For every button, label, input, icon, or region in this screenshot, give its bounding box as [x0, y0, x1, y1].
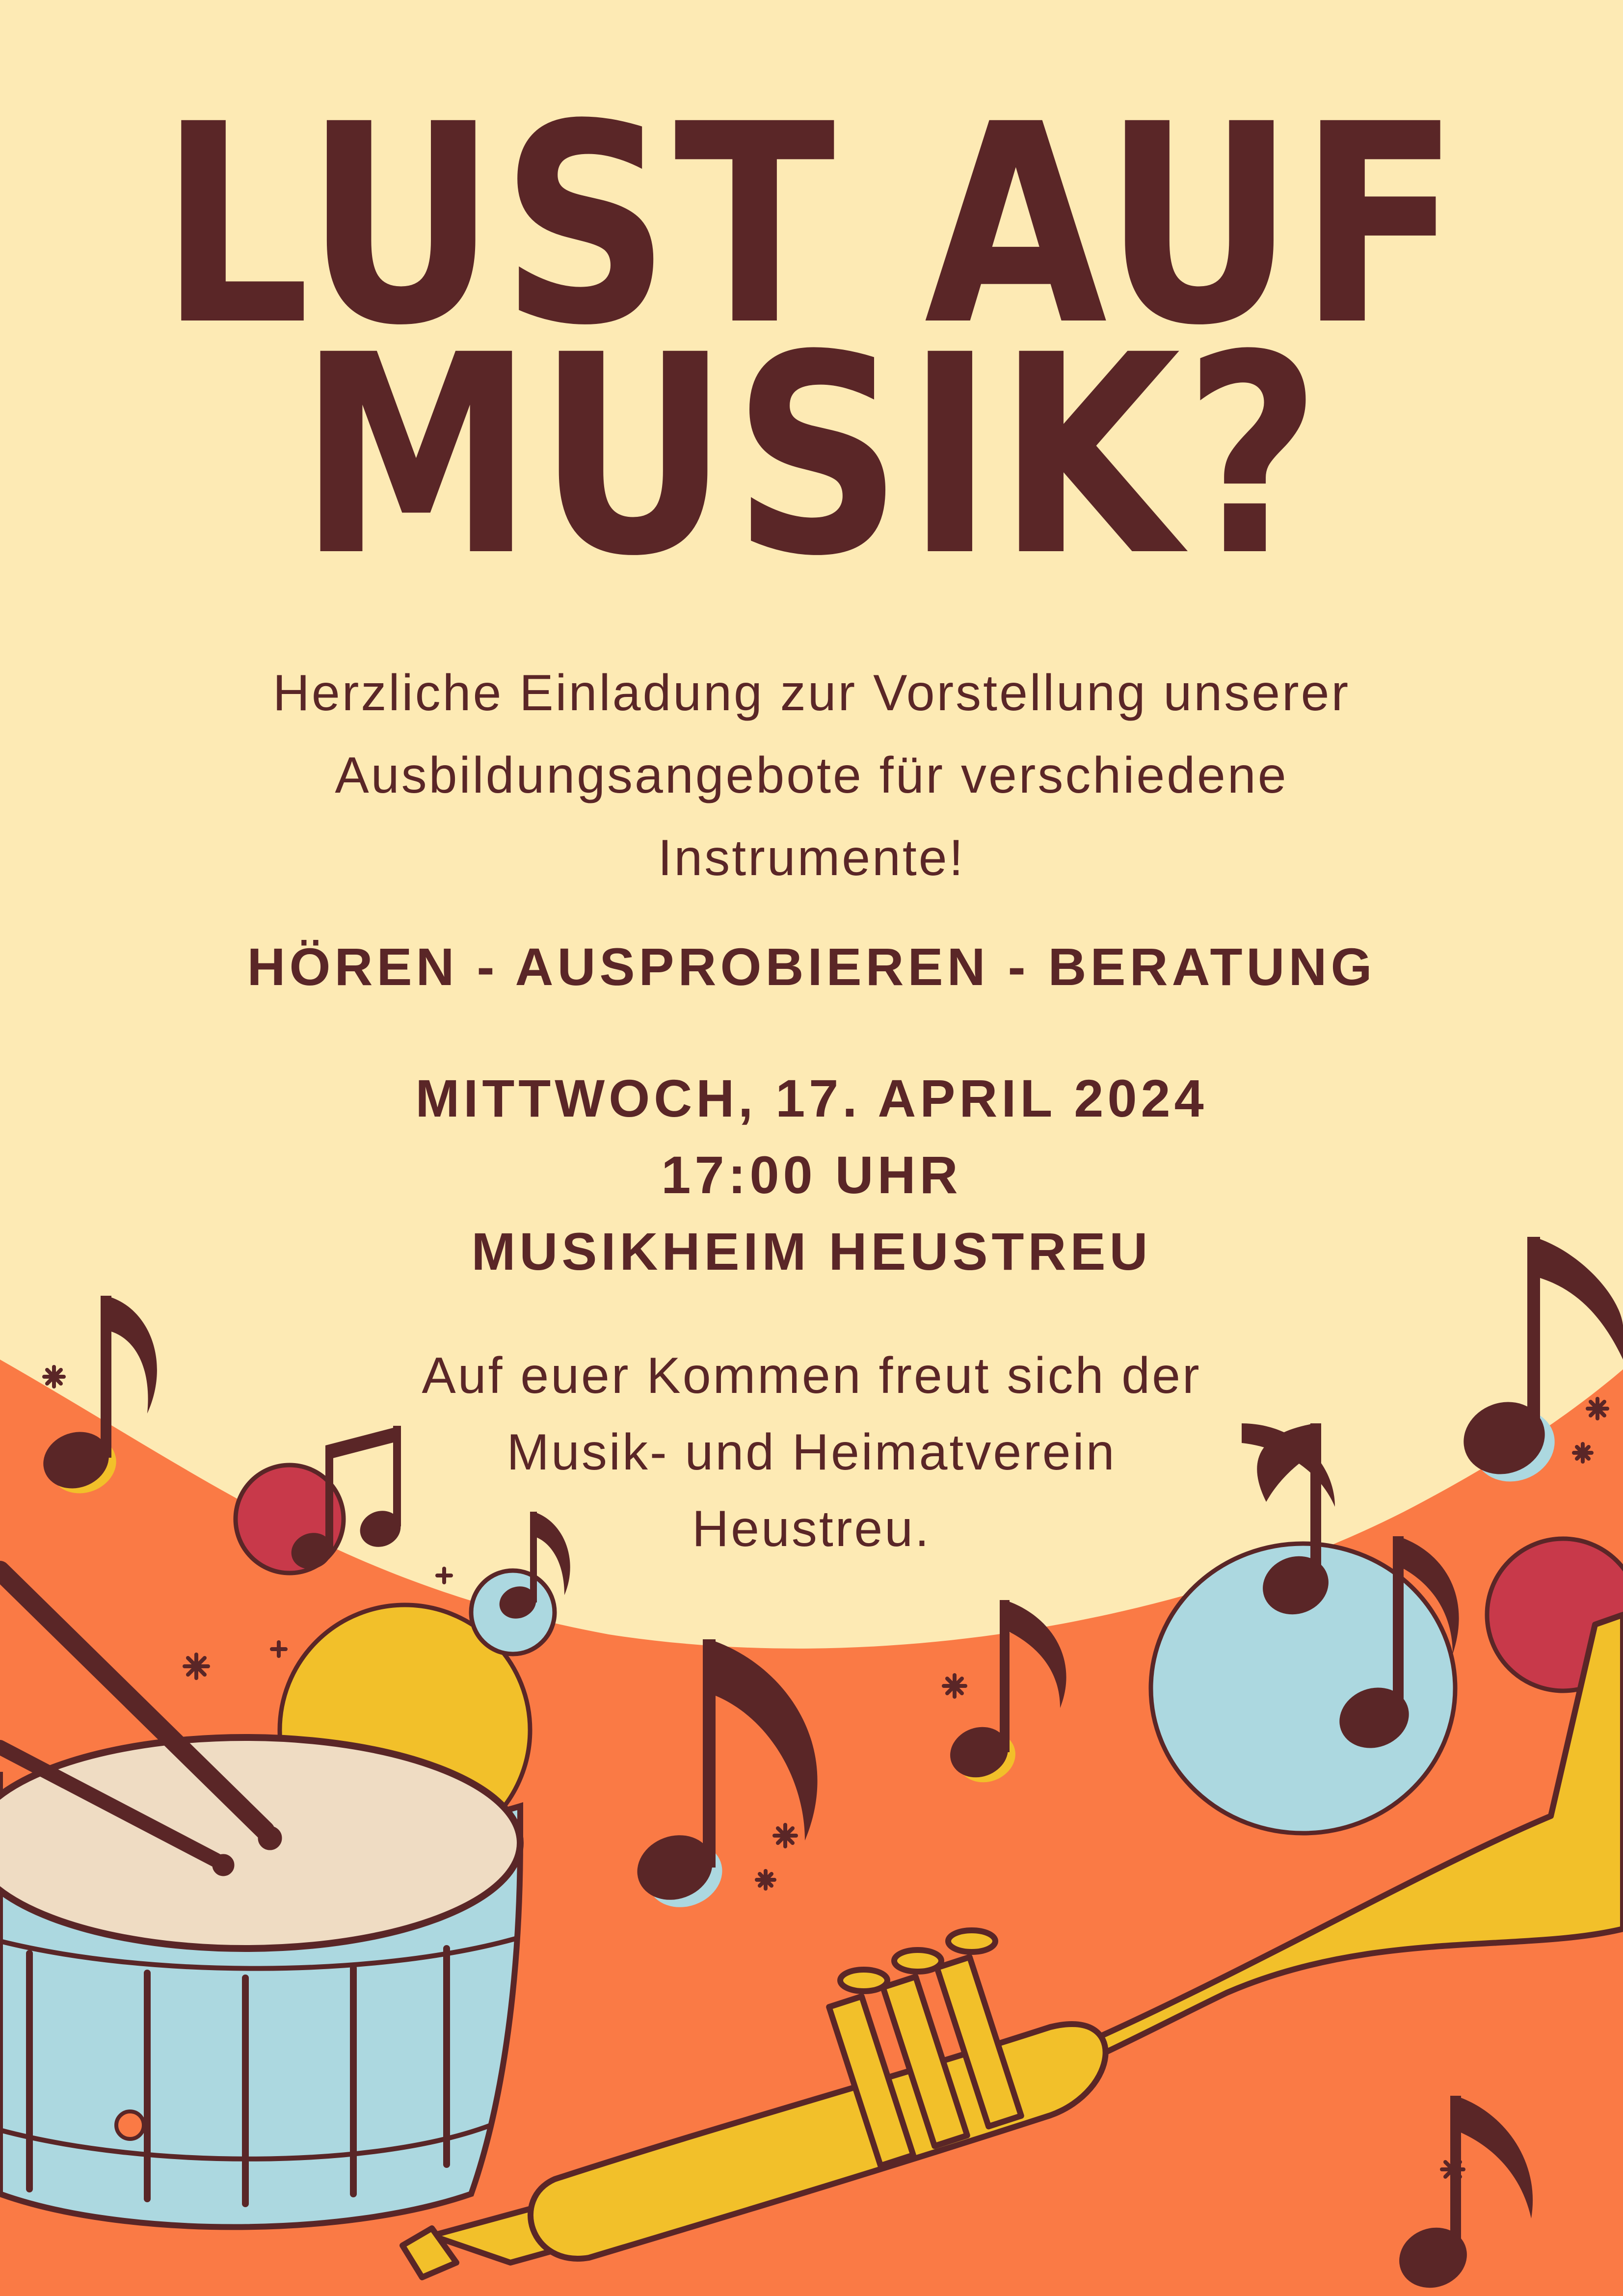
closing-text: Auf euer Kommen freut sich der Musik- un… — [0, 1337, 1623, 1567]
invitation-line-3: Instrumente! — [658, 829, 965, 886]
event-date: MITTWOCH, 17. APRIL 2024 — [415, 1068, 1208, 1128]
invitation-line-2: Ausbildungsangebote für verschiedene — [335, 747, 1288, 804]
event-location: MUSIKHEIM HEUSTREU — [471, 1222, 1152, 1281]
event-info: MITTWOCH, 17. APRIL 2024 17:00 UHR MUSIK… — [0, 1060, 1623, 1290]
invitation-text: Herzliche Einladung zur Vorstellung unse… — [0, 652, 1623, 899]
tagline: HÖREN - AUSPROBIEREN - BERATUNG — [247, 937, 1376, 996]
event-time: 17:00 UHR — [661, 1145, 962, 1204]
closing-line-1: Auf euer Kommen freut sich der — [422, 1347, 1201, 1404]
headline-line-2: MUSIK? — [298, 296, 1325, 616]
closing-line-2: Musik- und Heimatverein — [506, 1424, 1117, 1481]
closing-line-3: Heustreu. — [692, 1500, 931, 1557]
drum-icon — [0, 1734, 524, 2230]
invitation-line-1: Herzliche Einladung zur Vorstellung unse… — [272, 665, 1351, 721]
